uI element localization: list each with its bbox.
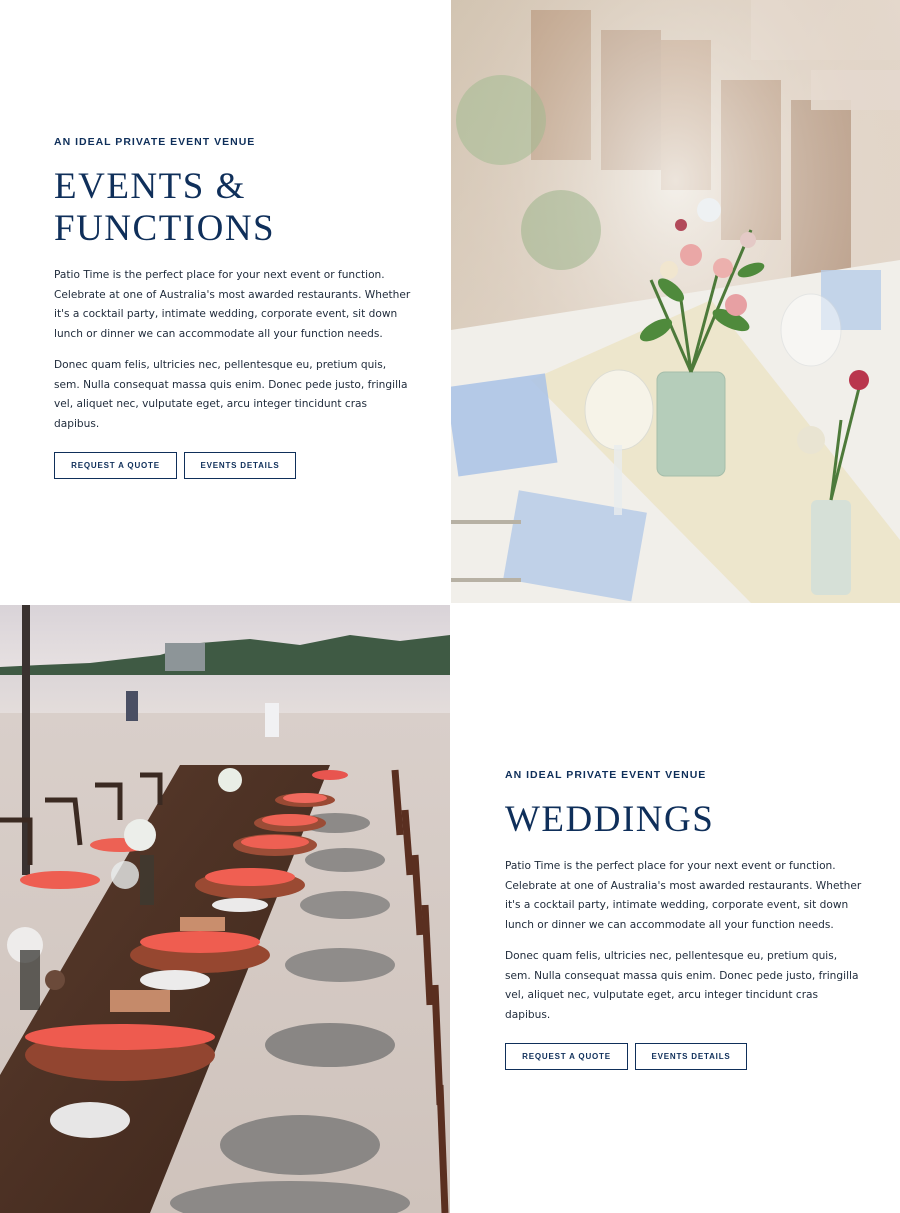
table-flowers-photo bbox=[451, 0, 900, 603]
events-buttons: REQUEST A QUOTE EVENTS DETAILS bbox=[54, 452, 414, 479]
events-section: AN IDEAL PRIVATE EVENT VENUE EVENTS & FU… bbox=[0, 0, 450, 603]
weddings-buttons: REQUEST A QUOTE EVENTS DETAILS bbox=[505, 1043, 865, 1070]
events-paragraph-1: Patio Time is the perfect place for your… bbox=[54, 269, 411, 340]
events-details-button[interactable]: EVENTS DETAILS bbox=[184, 452, 296, 479]
events-heading: EVENTS & FUNCTIONS bbox=[54, 166, 414, 250]
events-heading-line1: EVENTS & bbox=[54, 166, 246, 207]
events-request-quote-button[interactable]: REQUEST A QUOTE bbox=[54, 452, 177, 479]
events-heading-line2: FUNCTIONS bbox=[54, 208, 276, 249]
weddings-text-block: AN IDEAL PRIVATE EVENT VENUE WEDDINGS Pa… bbox=[505, 769, 865, 1070]
events-page-grid: AN IDEAL PRIVATE EVENT VENUE EVENTS & FU… bbox=[0, 0, 900, 1213]
weddings-section: AN IDEAL PRIVATE EVENT VENUE WEDDINGS Pa… bbox=[451, 605, 900, 1213]
events-text-block: AN IDEAL PRIVATE EVENT VENUE EVENTS & FU… bbox=[54, 136, 414, 479]
weddings-request-quote-button[interactable]: REQUEST A QUOTE bbox=[505, 1043, 628, 1070]
events-paragraph-2: Donec quam felis, ultricies nec, pellent… bbox=[54, 359, 408, 430]
weddings-paragraph-1: Patio Time is the perfect place for your… bbox=[505, 860, 862, 931]
beach-wedding-table-photo bbox=[0, 605, 450, 1213]
weddings-heading: WEDDINGS bbox=[505, 799, 715, 840]
events-eyebrow: AN IDEAL PRIVATE EVENT VENUE bbox=[54, 136, 256, 148]
weddings-details-button[interactable]: EVENTS DETAILS bbox=[635, 1043, 747, 1070]
weddings-eyebrow: AN IDEAL PRIVATE EVENT VENUE bbox=[505, 769, 707, 781]
weddings-paragraph-2: Donec quam felis, ultricies nec, pellent… bbox=[505, 950, 859, 1021]
